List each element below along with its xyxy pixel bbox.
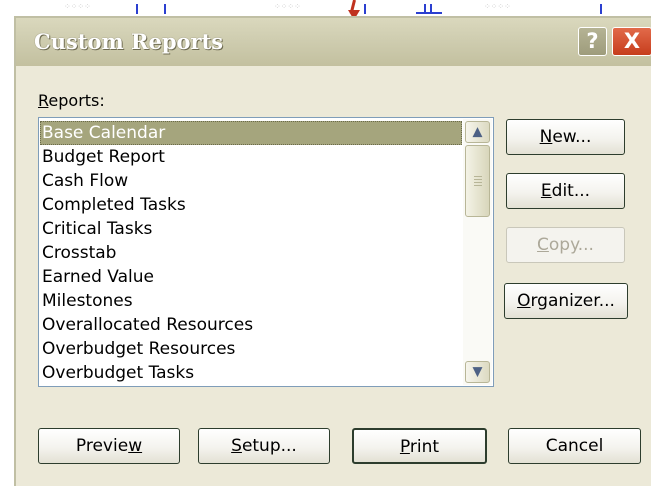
list-item-overallocated-resources[interactable]: Overallocated Resources <box>42 313 253 337</box>
close-button[interactable]: X <box>612 27 651 56</box>
grip-icon <box>474 174 482 188</box>
dialog-title: Custom Reports <box>34 29 224 54</box>
reports-listbox[interactable]: Base Calendar Budget Report Cash Flow Co… <box>38 117 494 387</box>
background-decoration <box>136 4 138 14</box>
cancel-button-label: Cancel <box>545 436 604 456</box>
copy-button-label: Copy... <box>507 228 624 262</box>
new-button-label: New... <box>507 120 624 154</box>
list-item-completed-tasks[interactable]: Completed Tasks <box>42 193 186 217</box>
background-decoration <box>364 4 366 14</box>
close-icon: X <box>623 29 641 53</box>
background-decoration <box>416 12 442 14</box>
preview-button-label: Preview <box>39 429 179 463</box>
chevron-down-icon: ▼ <box>472 364 483 380</box>
new-button[interactable]: New... <box>506 119 625 155</box>
organizer-button-label: Organizer... <box>505 284 627 318</box>
preview-button-text: Previe <box>75 436 129 456</box>
list-item-budget-report[interactable]: Budget Report <box>42 145 165 169</box>
custom-reports-dialog: Custom Reports ? X Reports: Base Calenda… <box>14 16 651 486</box>
list-item-base-calendar[interactable]: Base Calendar <box>40 121 462 145</box>
organizer-button-mnemonic: O <box>517 291 531 311</box>
background-decoration: ⁘⁘⁘⁘ <box>484 2 511 11</box>
cancel-button[interactable]: Cancel <box>508 428 641 464</box>
copy-button[interactable]: Copy... <box>506 227 625 263</box>
reports-label: Reports: <box>38 91 105 110</box>
preview-button[interactable]: Preview <box>38 428 180 464</box>
list-scrollbar[interactable]: ▲ ▼ <box>463 119 492 385</box>
organizer-button-text: rganizer... <box>530 291 615 311</box>
organizer-button[interactable]: Organizer... <box>504 283 628 319</box>
copy-button-text: opy... <box>548 235 594 255</box>
setup-button[interactable]: Setup... <box>198 428 330 464</box>
list-item-milestones[interactable]: Milestones <box>42 289 133 313</box>
edit-button[interactable]: Edit... <box>506 173 625 209</box>
list-item-overbudget-tasks[interactable]: Overbudget Tasks <box>42 361 194 385</box>
help-button[interactable]: ? <box>578 27 607 56</box>
edit-button-label: Edit... <box>507 174 624 208</box>
setup-button-text: etup... <box>241 436 297 456</box>
list-item-crosstab[interactable]: Crosstab <box>42 241 116 265</box>
preview-button-mnemonic: w <box>128 436 143 456</box>
background-decoration: ⁘⁘⁘⁘ <box>274 2 301 11</box>
list-item-cash-flow[interactable]: Cash Flow <box>42 169 128 193</box>
list-item-earned-value[interactable]: Earned Value <box>42 265 154 289</box>
setup-button-label: Setup... <box>199 429 329 463</box>
scroll-thumb[interactable] <box>465 145 490 217</box>
new-button-mnemonic: N <box>539 127 553 147</box>
background-decoration <box>164 4 166 14</box>
scroll-up-button[interactable]: ▲ <box>465 121 490 143</box>
background-decoration: ⁘⁘⁘⁘ <box>64 2 91 11</box>
edit-button-mnemonic: E <box>540 181 552 201</box>
print-button-mnemonic: P <box>399 437 410 457</box>
chevron-up-icon: ▲ <box>472 124 483 140</box>
background-app-strip: ⁘⁘⁘⁘ ⁘⁘⁘⁘ ⁘⁘⁘⁘ <box>0 0 651 20</box>
setup-button-mnemonic: S <box>231 436 242 456</box>
print-button-text: rint <box>409 437 440 457</box>
print-button[interactable]: Print <box>352 428 487 464</box>
background-decoration <box>600 4 602 14</box>
copy-button-mnemonic: C <box>537 235 549 255</box>
list-item-critical-tasks[interactable]: Critical Tasks <box>42 217 152 241</box>
reports-label-mnemonic: R <box>38 91 49 110</box>
print-button-label: Print <box>354 430 485 464</box>
new-button-text: ew... <box>552 127 592 147</box>
reports-label-text: eports: <box>48 91 105 110</box>
help-icon: ? <box>586 29 599 53</box>
scroll-down-button[interactable]: ▼ <box>465 361 490 383</box>
list-item-overbudget-resources[interactable]: Overbudget Resources <box>42 337 235 361</box>
title-bar[interactable]: Custom Reports ? X <box>16 18 651 66</box>
edit-button-text: dit... <box>551 181 591 201</box>
